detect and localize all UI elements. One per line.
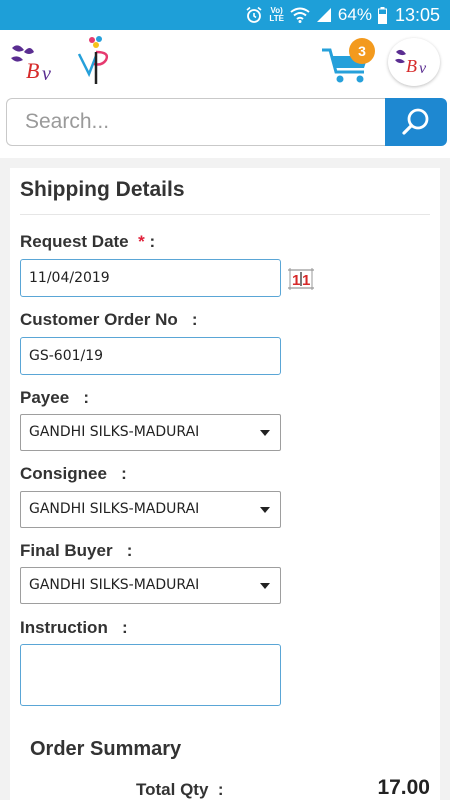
svg-text:v: v <box>419 60 427 77</box>
request-date-label-text: Request Date <box>20 232 129 251</box>
svg-text:B: B <box>406 56 417 76</box>
chevron-down-icon <box>260 430 270 436</box>
total-qty-label: Total Qty : <box>136 780 224 799</box>
shipping-details-card: Shipping Details Request Date * : 11/04/… <box>10 168 440 728</box>
final-buyer-select[interactable]: GANDHI SILKS-MADURAI <box>20 567 281 604</box>
lte-label: LTE <box>269 14 284 23</box>
customer-order-label: Customer Order No : <box>20 310 198 329</box>
customer-order-field[interactable]: GS-601/19 <box>20 337 281 375</box>
clock-time: 13:05 <box>394 4 440 25</box>
status-bar: Vo) LTE 64% 13:05 <box>0 0 450 30</box>
request-date-label: Request Date * : <box>20 232 155 252</box>
total-qty-value: 17.00 <box>377 776 430 799</box>
signal-icon <box>316 7 332 23</box>
battery-icon <box>377 6 387 24</box>
section-title: Shipping Details <box>20 178 185 201</box>
calendar-icon[interactable]: 1 1 <box>286 264 316 292</box>
chevron-down-icon <box>260 507 270 513</box>
required-marker: * <box>138 232 145 251</box>
request-date-field[interactable]: 11/04/2019 <box>20 259 281 297</box>
search-input[interactable] <box>6 98 386 146</box>
search-button[interactable] <box>385 98 447 146</box>
search-icon <box>402 108 429 135</box>
volte-icon: Vo) LTE <box>269 7 284 23</box>
final-buyer-label: Final Buyer : <box>20 541 133 560</box>
svg-text:1: 1 <box>292 272 300 289</box>
payee-label: Payee : <box>20 388 89 407</box>
battery-percent: 64% <box>337 5 372 24</box>
svg-text:B: B <box>26 58 39 83</box>
payee-select[interactable]: GANDHI SILKS-MADURAI <box>20 414 281 451</box>
cart-count-badge[interactable]: 3 <box>349 38 375 64</box>
payee-value: GANDHI SILKS-MADURAI <box>29 424 200 440</box>
final-buyer-value: GANDHI SILKS-MADURAI <box>29 577 200 593</box>
status-icons: Vo) LTE 64% 13:05 <box>245 0 440 30</box>
app-header: B v 3 B v <box>0 30 450 92</box>
svg-text:1: 1 <box>302 272 310 289</box>
instruction-textarea[interactable] <box>20 644 281 706</box>
search-bar <box>0 92 450 158</box>
wifi-icon <box>290 7 310 23</box>
order-summary-title: Order Summary <box>30 738 182 760</box>
consignee-label: Consignee : <box>20 464 127 483</box>
divider <box>20 214 430 215</box>
label-colon: : <box>144 232 156 251</box>
bv-logo-round[interactable]: B v <box>388 38 440 86</box>
bv-logo[interactable]: B v <box>8 40 64 85</box>
chevron-down-icon <box>260 583 270 589</box>
svg-text:v: v <box>42 63 51 84</box>
instruction-label: Instruction : <box>20 618 128 637</box>
consignee-select[interactable]: GANDHI SILKS-MADURAI <box>20 491 281 528</box>
consignee-value: GANDHI SILKS-MADURAI <box>29 501 200 517</box>
order-summary-card: Order Summary Total Qty : 17.00 <box>10 720 440 800</box>
vp-logo[interactable] <box>76 34 116 86</box>
alarm-icon <box>245 6 263 24</box>
